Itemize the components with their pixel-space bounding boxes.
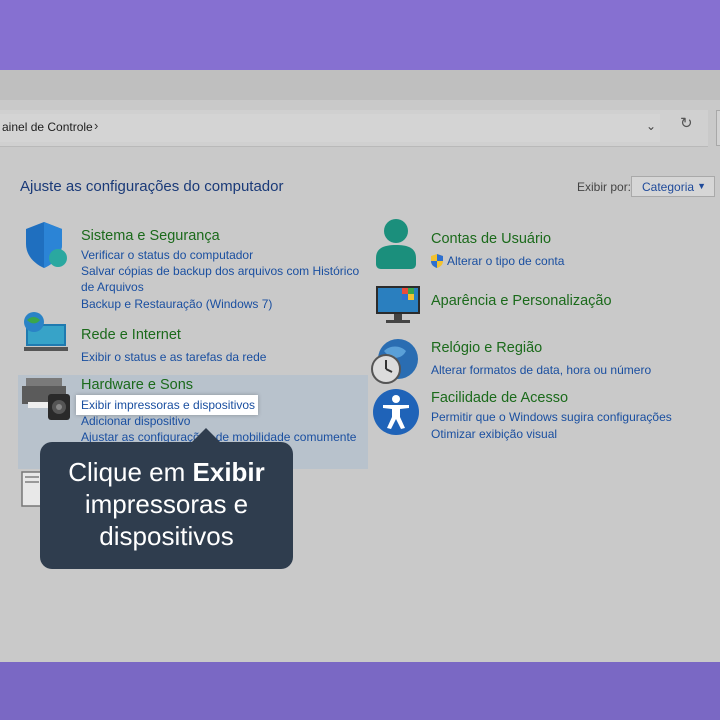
shield-icon bbox=[26, 222, 67, 268]
tooltip-prefix: Clique em bbox=[68, 457, 193, 487]
view-by-label: Exibir por: bbox=[577, 180, 632, 194]
network-globe-icon bbox=[24, 312, 68, 351]
link-view-printers-devices[interactable]: Exibir impressoras e dispositivos bbox=[76, 395, 258, 415]
link-date-time-formats[interactable]: Alterar formatos de data, hora ou número bbox=[431, 362, 651, 378]
link-file-history-cont[interactable]: de Arquivos bbox=[81, 279, 144, 295]
background-band-top bbox=[0, 0, 720, 70]
user-icon bbox=[376, 219, 416, 269]
chevron-right-icon[interactable]: › bbox=[94, 118, 98, 133]
address-path: ainel de Controle bbox=[2, 120, 93, 134]
category-title[interactable]: Aparência e Personalização bbox=[431, 293, 612, 309]
refresh-icon[interactable]: ↻ bbox=[680, 114, 693, 132]
chevron-down-icon[interactable]: ⌄ bbox=[646, 119, 656, 133]
search-box[interactable] bbox=[716, 110, 720, 146]
instruction-tooltip: Clique em Exibir impressoras e dispositi… bbox=[40, 428, 293, 569]
link-file-history[interactable]: Salvar cópias de backup dos arquivos com… bbox=[81, 263, 359, 279]
category-title[interactable]: Contas de Usuário bbox=[431, 231, 551, 247]
printer-speaker-icon bbox=[22, 378, 70, 420]
window-title-bar bbox=[0, 70, 720, 100]
category-title[interactable]: Hardware e Sons bbox=[81, 377, 193, 393]
category-title[interactable]: Facilidade de Acesso bbox=[431, 390, 568, 406]
link-optimize-visual[interactable]: Otimizar exibição visual bbox=[431, 426, 557, 442]
link-backup-restore[interactable]: Backup e Restauração (Windows 7) bbox=[81, 296, 272, 312]
monitor-icon bbox=[376, 286, 420, 323]
control-panel-window: ainel de Controle › ⌄ ↻ Ajuste as config… bbox=[0, 70, 720, 662]
link-add-device[interactable]: Adicionar dispositivo bbox=[81, 413, 190, 429]
category-title[interactable]: Relógio e Região bbox=[431, 340, 542, 356]
category-title[interactable]: Sistema e Segurança bbox=[81, 228, 220, 244]
link-check-status[interactable]: Verificar o status do computador bbox=[81, 247, 253, 263]
link-network-status[interactable]: Exibir o status e as tarefas da rede bbox=[81, 349, 266, 365]
link-change-account-type[interactable]: Alterar o tipo de conta bbox=[447, 253, 564, 269]
address-bar: ainel de Controle › ⌄ ↻ bbox=[0, 110, 708, 147]
link-windows-suggest[interactable]: Permitir que o Windows sugira configuraç… bbox=[431, 409, 672, 425]
category-title[interactable]: Rede e Internet bbox=[81, 327, 181, 343]
background-band-bottom bbox=[0, 662, 720, 720]
caret-down-icon[interactable]: ▼ bbox=[697, 181, 706, 191]
address-field[interactable]: ainel de Controle › ⌄ bbox=[0, 114, 660, 142]
view-by-value: Categoria bbox=[642, 180, 695, 194]
accessibility-icon bbox=[373, 389, 419, 435]
uac-shield-icon bbox=[431, 254, 443, 268]
clock-globe-icon bbox=[371, 339, 418, 384]
tooltip-bold: Exibir bbox=[192, 457, 265, 487]
tooltip-arrow bbox=[192, 428, 220, 442]
view-by-select[interactable]: Categoria ▼ bbox=[631, 176, 715, 197]
tooltip-rest: impressoras e dispositivos bbox=[84, 489, 249, 551]
page-title: Ajuste as configurações do computador bbox=[20, 178, 284, 195]
